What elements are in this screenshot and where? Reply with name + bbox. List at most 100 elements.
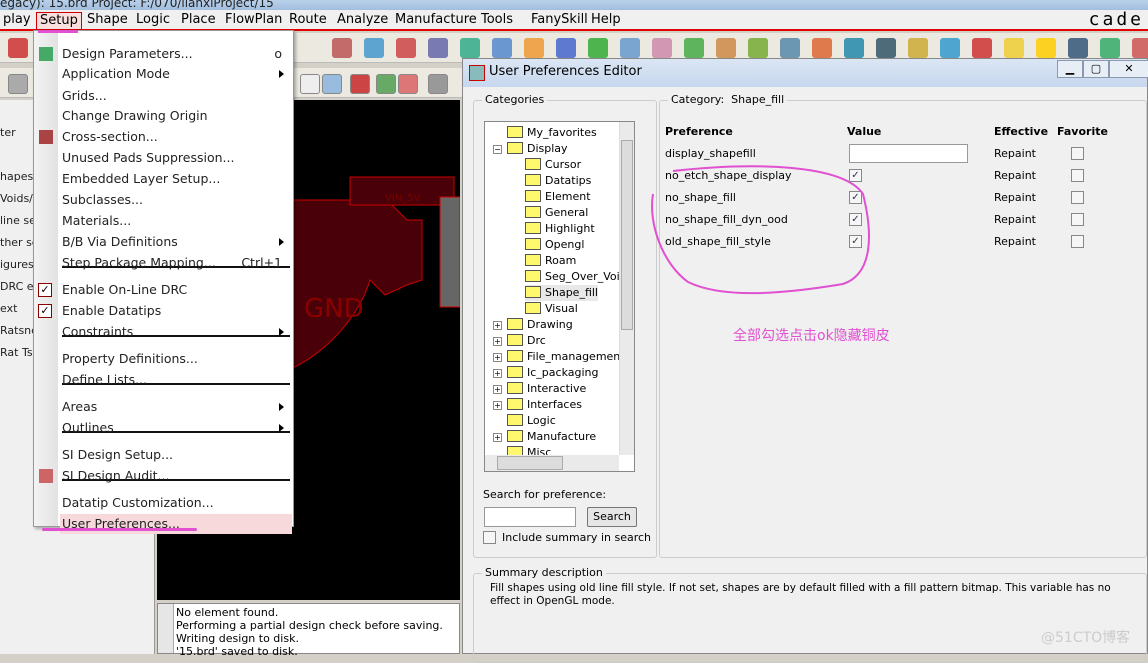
toolbar-tool-icon[interactable] <box>1132 38 1148 58</box>
tree-node-datatips[interactable]: Datatips <box>525 173 591 189</box>
minimize-button[interactable]: ▁ <box>1057 60 1083 78</box>
tree-vertical-scrollbar[interactable] <box>619 122 634 455</box>
menu-item-enable-datatips[interactable]: Enable Datatips <box>62 301 290 321</box>
toolbar-tool-icon[interactable] <box>684 38 704 58</box>
menu-play[interactable]: play <box>0 12 34 28</box>
menu-item-outlines[interactable]: Outlines <box>62 418 290 438</box>
favorite-checkbox[interactable] <box>1071 147 1084 160</box>
menu-analyze[interactable]: Analyze <box>334 12 391 28</box>
toolbar-tool-icon[interactable] <box>8 38 28 58</box>
close-button[interactable]: ✕ <box>1109 60 1148 78</box>
toolbar-tool-icon[interactable] <box>940 38 960 58</box>
collapse-icon[interactable]: − <box>493 145 502 154</box>
tree-node-element[interactable]: Element <box>525 189 591 205</box>
toolbar-tool-icon[interactable] <box>556 38 576 58</box>
menu-setup[interactable]: Setup <box>36 12 82 30</box>
tree-node-opengl[interactable]: Opengl <box>525 237 584 253</box>
toolbar-tool-icon[interactable] <box>588 38 608 58</box>
hscroll-thumb[interactable] <box>497 456 563 470</box>
menu-flowplan[interactable]: FlowPlan <box>222 12 285 28</box>
toolbar-tool-icon[interactable] <box>460 38 480 58</box>
tree-node-highlight[interactable]: Highlight <box>525 221 595 237</box>
tree-node-shape_fill[interactable]: Shape_fill <box>525 285 598 301</box>
toolbar-tool-icon[interactable] <box>780 38 800 58</box>
tree-node-logic[interactable]: Logic <box>507 413 556 429</box>
toolbar-tool-icon[interactable] <box>322 74 342 94</box>
tree-node-seg_over_voi[interactable]: Seg_Over_Voi <box>525 269 620 285</box>
menu-item-b-b-via-definitions[interactable]: B/B Via Definitions <box>62 232 290 252</box>
toolbar-tool-icon[interactable] <box>876 38 896 58</box>
toolbar-tool-icon[interactable] <box>1068 38 1088 58</box>
toolbar-tool-icon[interactable] <box>396 38 416 58</box>
toolbar-tool-icon[interactable] <box>332 38 352 58</box>
toolbar-tool-icon[interactable] <box>524 38 544 58</box>
toolbar-tool-icon[interactable] <box>1100 38 1120 58</box>
tree-node-drawing[interactable]: Drawing <box>507 317 573 333</box>
expand-icon[interactable]: + <box>493 369 502 378</box>
menu-item-cross-section[interactable]: Cross-section... <box>62 127 290 147</box>
menu-item-user-preferences[interactable]: User Preferences... <box>60 514 292 534</box>
menu-item-enable-on-line-drc[interactable]: Enable On-Line DRC <box>62 280 290 300</box>
maximize-button[interactable]: ▢ <box>1083 60 1109 78</box>
menu-item-step-package-mapping[interactable]: Step Package Mapping... Ctrl+1 <box>62 253 290 273</box>
toolbar-tool-icon[interactable] <box>972 38 992 58</box>
tree-node-drc[interactable]: Drc <box>507 333 546 349</box>
menu-item-application-mode[interactable]: Application Mode <box>62 64 290 84</box>
toolbar-tool-icon[interactable] <box>364 38 384 58</box>
log-gutter[interactable] <box>158 604 174 653</box>
menu-item-change-drawing-origin[interactable]: Change Drawing Origin <box>62 106 290 126</box>
menu-logic[interactable]: Logic <box>133 12 173 28</box>
menu-item-grids[interactable]: Grids... <box>62 86 290 106</box>
category-tree[interactable]: My_favorites Display − Cursor Datatips Elemen… <box>484 121 635 472</box>
tree-node-my_favorites[interactable]: My_favorites <box>507 125 597 141</box>
menu-item-define-lists[interactable]: Define Lists... <box>62 370 290 390</box>
menu-help[interactable]: Help <box>588 12 624 28</box>
toolbar-tool-icon[interactable] <box>428 74 448 94</box>
menu-item-constraints[interactable]: Constraints <box>62 322 290 342</box>
expand-icon[interactable]: + <box>493 337 502 346</box>
search-button[interactable]: Search <box>587 507 637 527</box>
toolbar-tool-icon[interactable] <box>1036 38 1056 58</box>
toolbar-tool-icon[interactable] <box>748 38 768 58</box>
toolbar-tool-icon[interactable] <box>428 38 448 58</box>
tree-node-visual[interactable]: Visual <box>525 301 578 317</box>
menu-item-datatip-customization[interactable]: Datatip Customization... <box>62 493 290 513</box>
menu-fanyskill[interactable]: FanySkill <box>528 12 591 28</box>
tree-node-file_management[interactable]: File_management <box>507 349 625 365</box>
expand-icon[interactable]: + <box>493 385 502 394</box>
toolbar-tool-icon[interactable] <box>716 38 736 58</box>
menu-item-areas[interactable]: Areas <box>62 397 290 417</box>
favorite-checkbox[interactable] <box>1071 169 1084 182</box>
expand-icon[interactable]: + <box>493 433 502 442</box>
menu-item-embedded-layer-setup[interactable]: Embedded Layer Setup... <box>62 169 290 189</box>
menu-manufacture[interactable]: Manufacture <box>392 12 480 28</box>
tree-node-general[interactable]: General <box>525 205 588 221</box>
toolbar-tool-icon[interactable] <box>8 74 28 94</box>
tree-node-ic_packaging[interactable]: Ic_packaging <box>507 365 598 381</box>
tree-node-roam[interactable]: Roam <box>525 253 576 269</box>
favorite-checkbox[interactable] <box>1071 191 1084 204</box>
menu-place[interactable]: Place <box>178 12 219 28</box>
toolbar-tool-icon[interactable] <box>300 74 320 94</box>
menu-tools[interactable]: Tools <box>478 12 516 28</box>
toolbar-tool-icon[interactable] <box>908 38 928 58</box>
tree-node-interactive[interactable]: Interactive <box>507 381 586 397</box>
tree-node-display[interactable]: Display <box>507 141 568 157</box>
menu-item-si-design-audit[interactable]: SI Design Audit... <box>62 466 290 486</box>
toolbar-tool-icon[interactable] <box>350 74 370 94</box>
tree-node-manufacture[interactable]: Manufacture <box>507 429 596 445</box>
menu-route[interactable]: Route <box>286 12 330 28</box>
scroll-thumb[interactable] <box>621 140 633 330</box>
include-summary-checkbox[interactable] <box>483 531 496 544</box>
menu-item-materials[interactable]: Materials... <box>62 211 290 231</box>
search-input[interactable] <box>484 507 576 527</box>
menu-item-subclasses[interactable]: Subclasses... <box>62 190 290 210</box>
expand-icon[interactable]: + <box>493 353 502 362</box>
tree-node-cursor[interactable]: Cursor <box>525 157 581 173</box>
toolbar-tool-icon[interactable] <box>812 38 832 58</box>
toolbar-tool-icon[interactable] <box>492 38 512 58</box>
toolbar-tool-icon[interactable] <box>376 74 396 94</box>
menu-item-property-definitions[interactable]: Property Definitions... <box>62 349 290 369</box>
favorite-checkbox[interactable] <box>1071 213 1084 226</box>
favorite-checkbox[interactable] <box>1071 235 1084 248</box>
